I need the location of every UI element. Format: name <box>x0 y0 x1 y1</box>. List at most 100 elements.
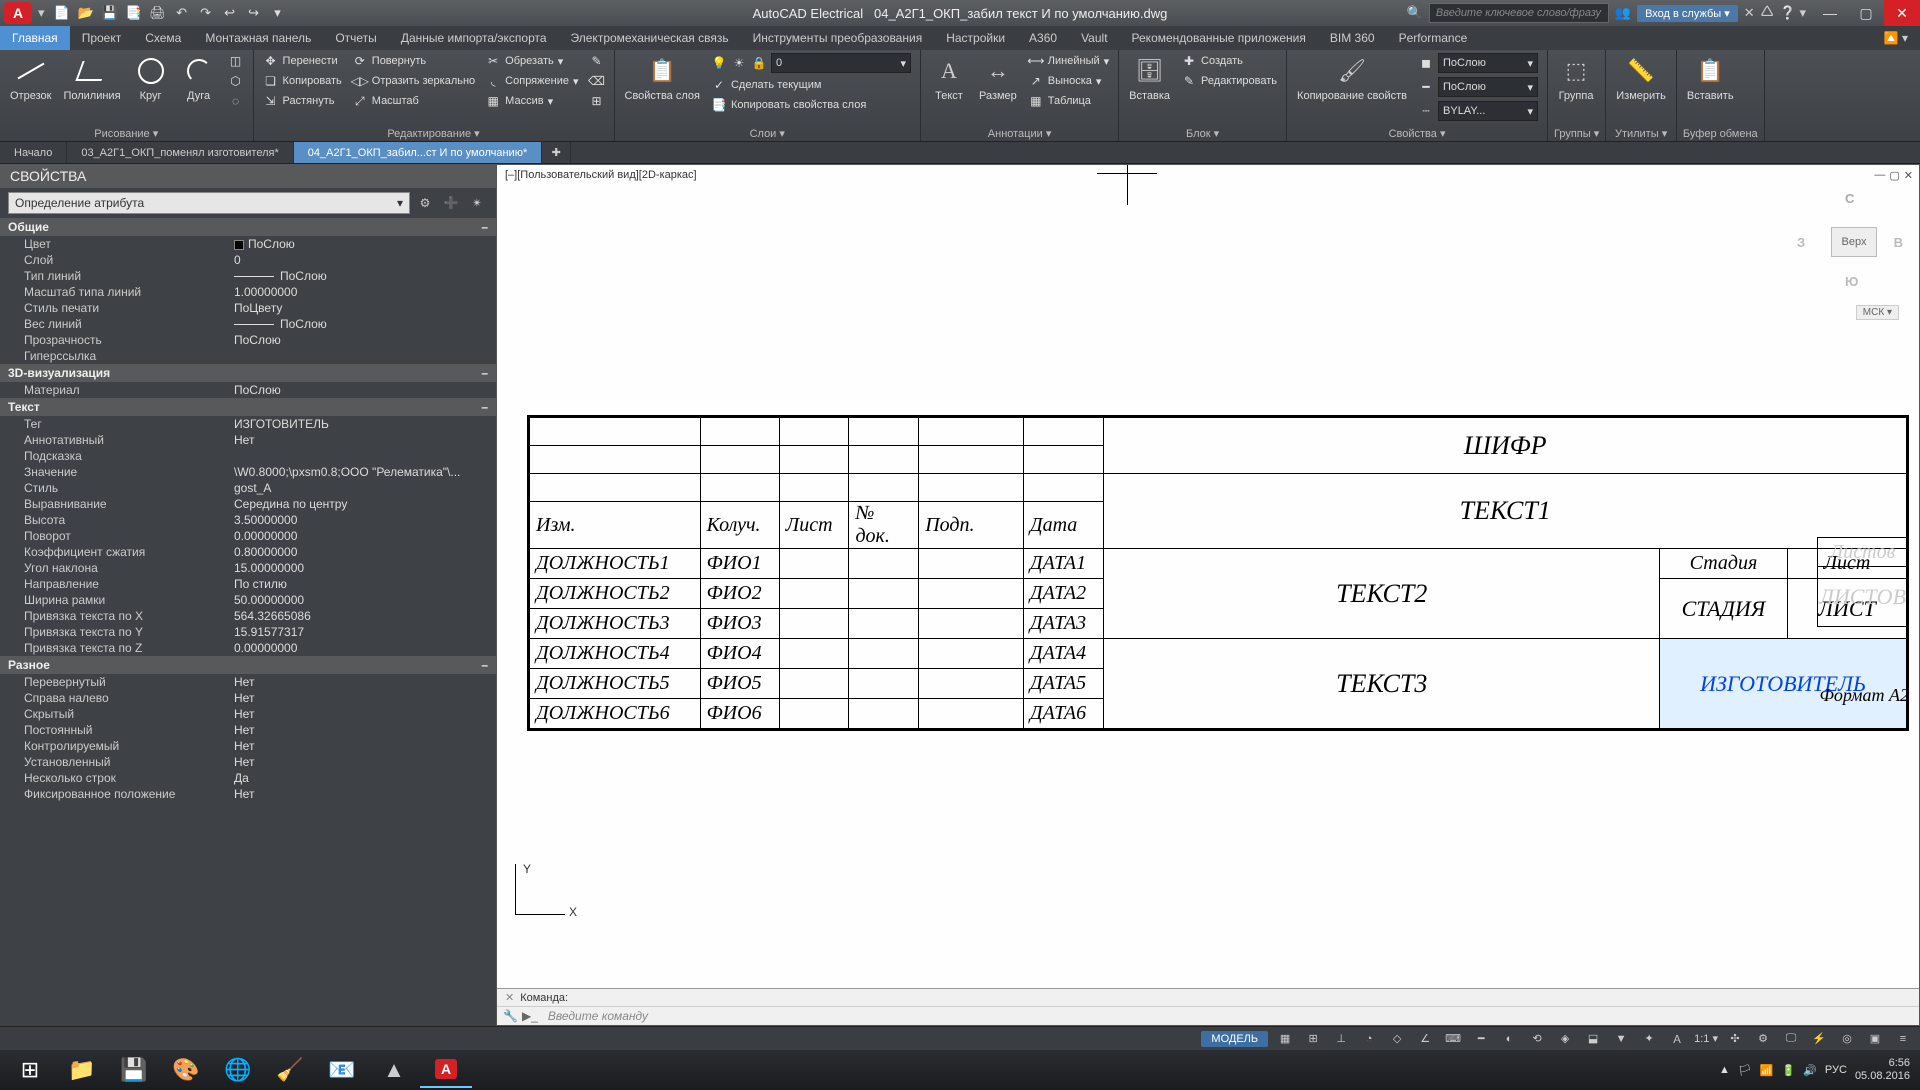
viewcube-top[interactable]: Верх <box>1831 227 1877 257</box>
cmd-wrench-icon[interactable]: 🔧 <box>503 1009 518 1023</box>
prop-row[interactable]: Вес линийПоСлою <box>0 316 496 332</box>
grid-icon[interactable]: ▦ <box>1274 1030 1296 1048</box>
paint-icon[interactable]: 🎨 <box>160 1052 212 1088</box>
group-label-annotation[interactable]: Аннотации ▾ <box>927 126 1112 141</box>
new-icon[interactable]: 📄 <box>53 4 71 22</box>
make-current-button[interactable]: ✓Сделать текущим <box>708 76 914 94</box>
edit-block-button[interactable]: ✎Редактировать <box>1178 72 1280 90</box>
tray-volume-icon[interactable]: 🔊 <box>1803 1064 1817 1077</box>
doctab-2[interactable]: 04_А2Г1_ОКП_забил...ст И по умолчанию* <box>294 142 542 163</box>
tab-vault[interactable]: Vault <box>1069 26 1119 50</box>
linetype-combo[interactable]: ┄BYLAY...▾ <box>1415 100 1541 122</box>
prop-row[interactable]: Привязка текста по Y15.91577317 <box>0 624 496 640</box>
prop-row[interactable]: Привязка текста по Z0.00000000 <box>0 640 496 656</box>
draw-misc3[interactable]: ◌ <box>225 92 247 110</box>
lineweight-combo[interactable]: ━ПоСлою▾ <box>1415 76 1541 98</box>
hardware-accel-icon[interactable]: ⚡ <box>1808 1030 1830 1048</box>
anno-visibility-icon[interactable]: ✣ <box>1724 1030 1746 1048</box>
print-icon[interactable]: 🖨 <box>149 4 167 22</box>
array-button[interactable]: ▦Массив ▾ <box>482 92 581 110</box>
tab-performance[interactable]: Performance <box>1387 26 1480 50</box>
color-combo[interactable]: ◼ПоСлою▾ <box>1415 52 1541 74</box>
media-icon[interactable]: ▲ <box>368 1052 420 1088</box>
scale-readout[interactable]: 1:1 ▾ <box>1694 1032 1718 1045</box>
prop-row[interactable]: ТегИЗГОТОВИТЕЛЬ <box>0 416 496 432</box>
group-label-modify[interactable]: Редактирование ▾ <box>260 126 608 141</box>
doctab-1[interactable]: 03_А2Г1_ОКП_поменял изготовителя* <box>67 142 293 163</box>
minimize-button[interactable]: — <box>1812 0 1848 26</box>
prop-row[interactable]: МатериалПоСлою <box>0 382 496 398</box>
signin-button[interactable]: Вход в службы ▾ <box>1637 5 1738 22</box>
prop-row[interactable]: ПеревернутыйНет <box>0 674 496 690</box>
measure-button[interactable]: 📏Измерить <box>1612 52 1670 104</box>
rotate-button[interactable]: ⟳Повернуть <box>349 52 478 70</box>
modify-ex2[interactable]: ⌫ <box>586 72 608 90</box>
qat-dropdown-icon[interactable]: ▾ <box>269 4 287 22</box>
group-label-utils[interactable]: Утилиты ▾ <box>1612 126 1670 141</box>
prop-row[interactable]: Угол наклона15.00000000 <box>0 560 496 576</box>
compass-north[interactable]: С <box>1845 191 1854 206</box>
gizmo-icon[interactable]: ✦ <box>1638 1030 1660 1048</box>
snap-icon[interactable]: ⊞ <box>1302 1030 1324 1048</box>
save-icon[interactable]: 💾 <box>101 4 119 22</box>
prop-row[interactable]: Гиперссылка <box>0 348 496 364</box>
tab-convert[interactable]: Инструменты преобразования <box>741 26 935 50</box>
compass-east[interactable]: В <box>1894 235 1903 250</box>
select-objects-icon[interactable]: ✴ <box>466 192 488 214</box>
prop-row[interactable]: УстановленныйНет <box>0 754 496 770</box>
prop-row[interactable]: Поворот0.00000000 <box>0 528 496 544</box>
tab-bim360[interactable]: BIM 360 <box>1318 26 1387 50</box>
close-button[interactable]: ✕ <box>1884 0 1920 26</box>
app-logo[interactable]: A <box>4 2 32 24</box>
tray-flag-icon[interactable]: 🏳 <box>1738 1064 1752 1077</box>
polar-icon[interactable]: ◔ <box>1358 1030 1380 1048</box>
group-label-block[interactable]: Блок ▾ <box>1125 126 1280 141</box>
tray-network-icon[interactable]: 📶 <box>1760 1064 1774 1077</box>
saveas-icon[interactable]: 📑 <box>125 4 143 22</box>
viewport-close-icon[interactable]: ✕ <box>1904 169 1913 182</box>
nav-back-icon[interactable]: ↩ <box>221 4 239 22</box>
prop-row[interactable]: Слой0 <box>0 252 496 268</box>
stretch-button[interactable]: ⇲Растянуть <box>260 92 345 110</box>
prop-row[interactable]: Высота3.50000000 <box>0 512 496 528</box>
copy-button[interactable]: ❏Копировать <box>260 72 345 90</box>
draw-misc1[interactable]: ◫ <box>225 52 247 70</box>
layer-props-button[interactable]: 📋Свойства слоя <box>621 52 704 104</box>
match-props-button[interactable]: 🖌Копирование свойств <box>1293 52 1411 104</box>
maximize-button[interactable]: ▢ <box>1848 0 1884 26</box>
text-button[interactable]: AТекст <box>927 52 971 104</box>
tray-battery-icon[interactable]: 🔋 <box>1782 1064 1796 1077</box>
prop-row[interactable]: ПрозрачностьПоСлою <box>0 332 496 348</box>
prop-row[interactable]: Несколько строкДа <box>0 770 496 786</box>
tab-project[interactable]: Проект <box>70 26 134 50</box>
redo-icon[interactable]: ↷ <box>197 4 215 22</box>
ucs-label[interactable]: МСК ▾ <box>1856 305 1899 320</box>
viewport-max-icon[interactable]: ▢ <box>1889 169 1899 182</box>
group-label-layers[interactable]: Слои ▾ <box>621 126 914 141</box>
customize-icon[interactable]: ≡ <box>1892 1030 1914 1048</box>
otrack-icon[interactable]: ∠ <box>1414 1030 1436 1048</box>
prop-row[interactable]: Значение\W0.8000;\pxsm0.8;ООО "Релематик… <box>0 464 496 480</box>
move-button[interactable]: ✥Перенести <box>260 52 345 70</box>
dyn-ucs-icon[interactable]: ⬓ <box>1582 1030 1604 1048</box>
favorite-icon[interactable]: 🛆 <box>1761 2 1774 24</box>
prop-row[interactable]: Стиль печатиПоЦвету <box>0 300 496 316</box>
prop-row[interactable]: СкрытыйНет <box>0 706 496 722</box>
prop-row[interactable]: ВыравниваниеСередина по центру <box>0 496 496 512</box>
lineweight-icon[interactable]: ━ <box>1470 1030 1492 1048</box>
osnap-icon[interactable]: ◇ <box>1386 1030 1408 1048</box>
view-cube[interactable]: С Ю З В Верх <box>1795 185 1905 295</box>
tab-home[interactable]: Главная <box>0 26 70 50</box>
prop-row[interactable]: ЦветПоСлою <box>0 236 496 252</box>
group-button[interactable]: ⬚Группа <box>1554 52 1598 104</box>
group-label-props[interactable]: Свойства ▾ <box>1293 126 1541 141</box>
arc-button[interactable]: Дуга <box>177 52 221 104</box>
leader-button[interactable]: ↗Выноска ▾ <box>1025 72 1112 90</box>
prop-row[interactable]: Справа налевоНет <box>0 690 496 706</box>
group-label-groups[interactable]: Группы ▾ <box>1554 126 1599 141</box>
command-input[interactable]: Введите команду <box>548 1009 648 1023</box>
insert-block-button[interactable]: 🗄Вставка <box>1125 52 1174 104</box>
mail-icon[interactable]: 📧 <box>316 1052 368 1088</box>
trim-button[interactable]: ✂Обрезать ▾ <box>482 52 581 70</box>
fillet-button[interactable]: ◟Сопряжение ▾ <box>482 72 581 90</box>
